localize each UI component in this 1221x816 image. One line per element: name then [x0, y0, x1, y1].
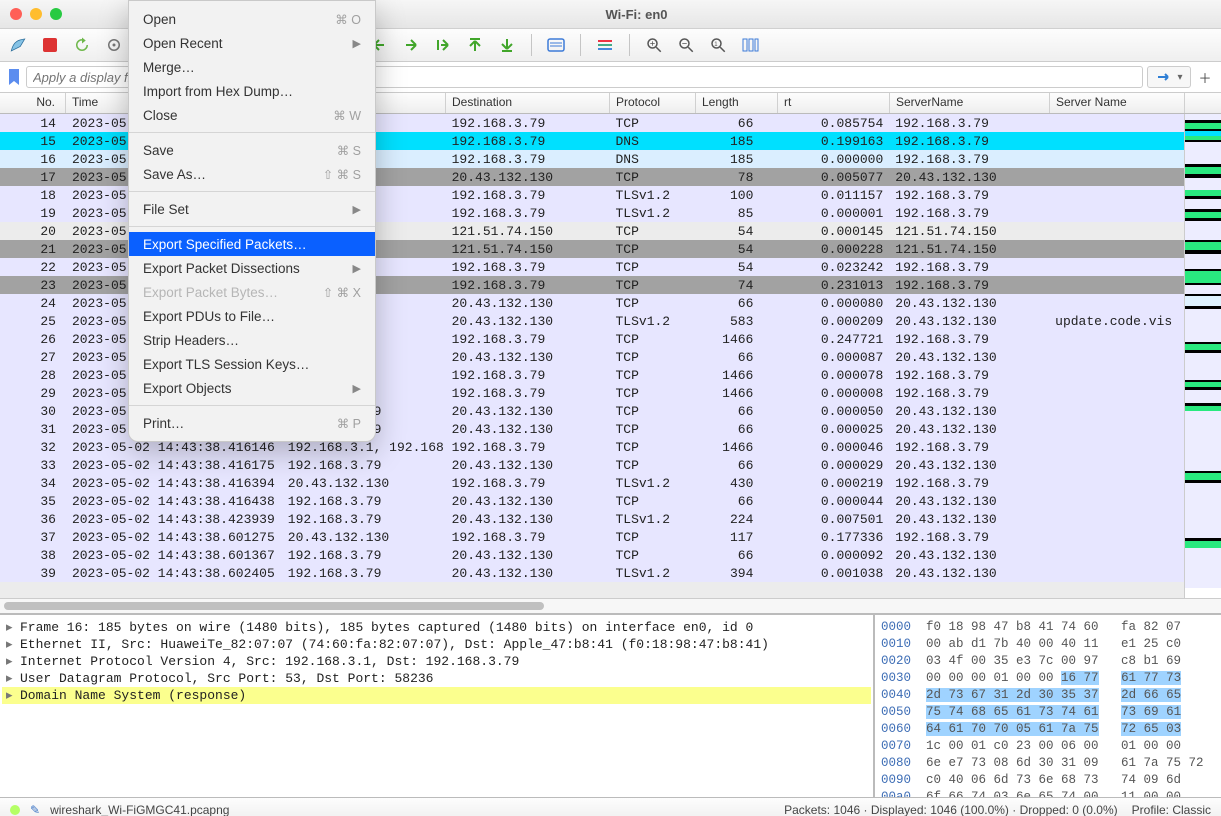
colorize-icon[interactable]	[593, 33, 617, 57]
traffic-lights	[10, 8, 62, 20]
tree-text: Ethernet II, Src: HuaweiTe_82:07:07 (74:…	[20, 637, 769, 652]
status-packets: Packets: 1046 · Displayed: 1046 (100.0%)…	[784, 803, 1118, 816]
menu-export-tls[interactable]: Export TLS Session Keys…	[129, 352, 375, 376]
packet-minimap[interactable]	[1184, 114, 1221, 598]
stop-capture-icon[interactable]	[38, 33, 62, 57]
table-row[interactable]: 342023-05-02 14:43:38.41639420.43.132.13…	[0, 474, 1184, 492]
menu-merge[interactable]: Merge…	[129, 55, 375, 79]
table-row[interactable]: 392023-05-02 14:43:38.602405192.168.3.79…	[0, 564, 1184, 582]
zoom-out-icon[interactable]	[674, 33, 698, 57]
scrollbar-thumb[interactable]	[4, 602, 544, 610]
table-row[interactable]: 352023-05-02 14:43:38.416438192.168.3.79…	[0, 492, 1184, 510]
goto-first-icon[interactable]	[431, 33, 455, 57]
menu-separator	[129, 226, 375, 227]
status-filename: wireshark_Wi-FiGMGC41.pcapng	[50, 803, 229, 816]
arrow-right-green-icon[interactable]	[399, 33, 423, 57]
menu-export-pdus[interactable]: Export PDUs to File…	[129, 304, 375, 328]
expert-info-icon[interactable]	[10, 805, 20, 815]
menu-open-recent[interactable]: Open Recent▶	[129, 31, 375, 55]
toolbar-separator	[531, 34, 532, 56]
col-destination[interactable]: Destination	[446, 93, 610, 113]
tree-text: Internet Protocol Version 4, Src: 192.16…	[20, 654, 519, 669]
tree-item[interactable]: ▸Ethernet II, Src: HuaweiTe_82:07:07 (74…	[2, 636, 871, 653]
col-length[interactable]: Length	[696, 93, 778, 113]
menu-export-specified[interactable]: Export Specified Packets…	[129, 232, 375, 256]
statusbar: ✎ wireshark_Wi-FiGMGC41.pcapng Packets: …	[0, 797, 1221, 816]
tree-text: User Datagram Protocol, Src Port: 53, Ds…	[20, 671, 433, 686]
resize-columns-icon[interactable]	[738, 33, 762, 57]
menu-separator	[129, 132, 375, 133]
menu-close[interactable]: Close⌘ W	[129, 103, 375, 127]
tree-item-selected[interactable]: ▸Domain Name System (response)	[2, 687, 871, 704]
horizontal-scrollbar[interactable]	[0, 598, 1221, 613]
menu-separator	[129, 191, 375, 192]
tree-item[interactable]: ▸Frame 16: 185 bytes on wire (1480 bits)…	[2, 619, 871, 636]
menu-file-set[interactable]: File Set▶	[129, 197, 375, 221]
table-row[interactable]: 382023-05-02 14:43:38.601367192.168.3.79…	[0, 546, 1184, 564]
autoscroll-icon[interactable]	[544, 33, 568, 57]
details-pane: ▸Frame 16: 185 bytes on wire (1480 bits)…	[0, 613, 1221, 797]
packet-details-tree[interactable]: ▸Frame 16: 185 bytes on wire (1480 bits)…	[0, 615, 875, 797]
bookmark-icon[interactable]	[6, 69, 22, 85]
menu-print[interactable]: Print…⌘ P	[129, 411, 375, 435]
toolbar-separator	[580, 34, 581, 56]
table-row[interactable]: 362023-05-02 14:43:38.423939192.168.3.79…	[0, 510, 1184, 528]
menu-save[interactable]: Save⌘ S	[129, 138, 375, 162]
packet-bytes-hex[interactable]: 0000 f0 18 98 47 b8 41 74 60 fa 82 07001…	[875, 615, 1221, 797]
tree-item[interactable]: ▸Internet Protocol Version 4, Src: 192.1…	[2, 653, 871, 670]
menu-save-as[interactable]: Save As…⇧ ⌘ S	[129, 162, 375, 186]
menu-import-hex[interactable]: Import from Hex Dump…	[129, 79, 375, 103]
col-servername[interactable]: ServerName	[890, 93, 1050, 113]
toolbar-separator	[629, 34, 630, 56]
zoom-in-icon[interactable]	[642, 33, 666, 57]
table-row[interactable]: 332023-05-02 14:43:38.416175192.168.3.79…	[0, 456, 1184, 474]
col-protocol[interactable]: Protocol	[610, 93, 696, 113]
menu-open[interactable]: Open⌘ O	[129, 7, 375, 31]
shark-fin-icon[interactable]	[6, 33, 30, 57]
restart-capture-icon[interactable]	[70, 33, 94, 57]
menu-export-objects[interactable]: Export Objects▶	[129, 376, 375, 400]
close-window-icon[interactable]	[10, 8, 22, 20]
add-filter-button[interactable]: ＋	[1195, 68, 1215, 87]
svg-text:1: 1	[714, 42, 718, 48]
col-no[interactable]: No.	[0, 93, 66, 113]
menu-separator	[129, 405, 375, 406]
filter-apply-button[interactable]: ▾	[1147, 66, 1191, 88]
tree-item[interactable]: ▸User Datagram Protocol, Src Port: 53, D…	[2, 670, 871, 687]
tree-text: Domain Name System (response)	[20, 688, 246, 703]
file-menu[interactable]: Open⌘ O Open Recent▶ Merge… Import from …	[128, 0, 376, 442]
minimize-window-icon[interactable]	[30, 8, 42, 20]
capture-options-icon[interactable]	[102, 33, 126, 57]
edit-icon[interactable]: ✎	[30, 803, 40, 816]
goto-down-icon[interactable]	[495, 33, 519, 57]
tree-text: Frame 16: 185 bytes on wire (1480 bits),…	[20, 620, 753, 635]
menu-strip-headers[interactable]: Strip Headers…	[129, 328, 375, 352]
table-row[interactable]: 372023-05-02 14:43:38.60127520.43.132.13…	[0, 528, 1184, 546]
zoom-window-icon[interactable]	[50, 8, 62, 20]
goto-up-icon[interactable]	[463, 33, 487, 57]
zoom-reset-icon[interactable]: 1	[706, 33, 730, 57]
menu-export-bytes: Export Packet Bytes…⇧ ⌘ X	[129, 280, 375, 304]
status-profile[interactable]: Profile: Classic	[1132, 803, 1211, 816]
col-servername2[interactable]: Server Name	[1050, 93, 1185, 113]
col-rt[interactable]: rt	[778, 93, 890, 113]
menu-export-dissections[interactable]: Export Packet Dissections▶	[129, 256, 375, 280]
